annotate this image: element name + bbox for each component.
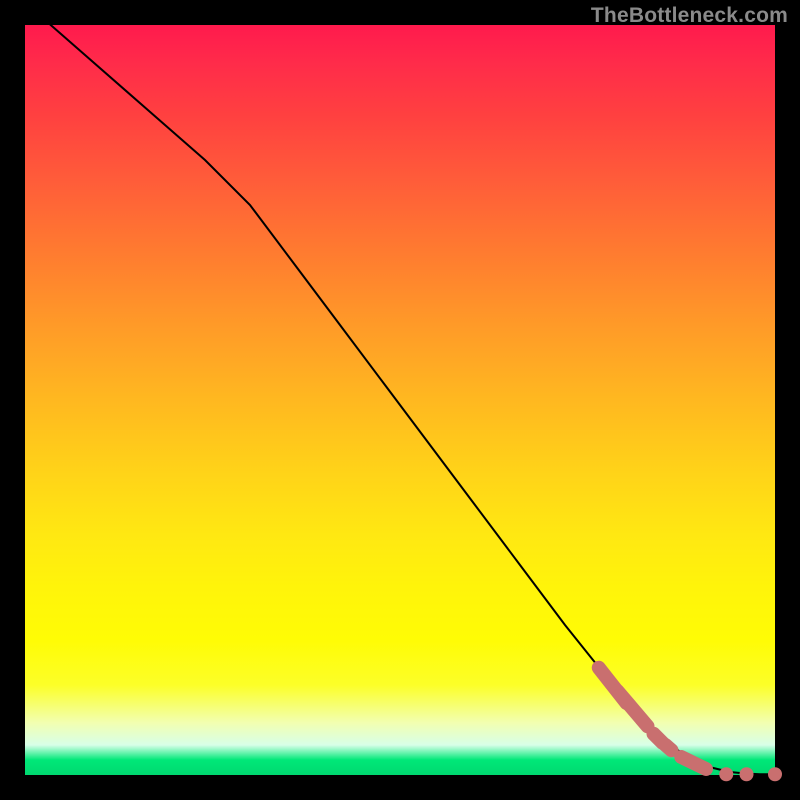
chart-svg [25,25,775,775]
highlight-segment [618,691,648,726]
plot-area [25,25,775,775]
data-marker [768,767,782,781]
watermark-text: TheBottleneck.com [591,4,788,28]
main-curve [25,3,775,775]
chart-container: TheBottleneck.com [0,0,800,800]
data-marker [719,767,733,781]
highlight-segment [681,757,706,769]
data-marker [740,767,754,781]
highlight-segment [666,745,672,750]
